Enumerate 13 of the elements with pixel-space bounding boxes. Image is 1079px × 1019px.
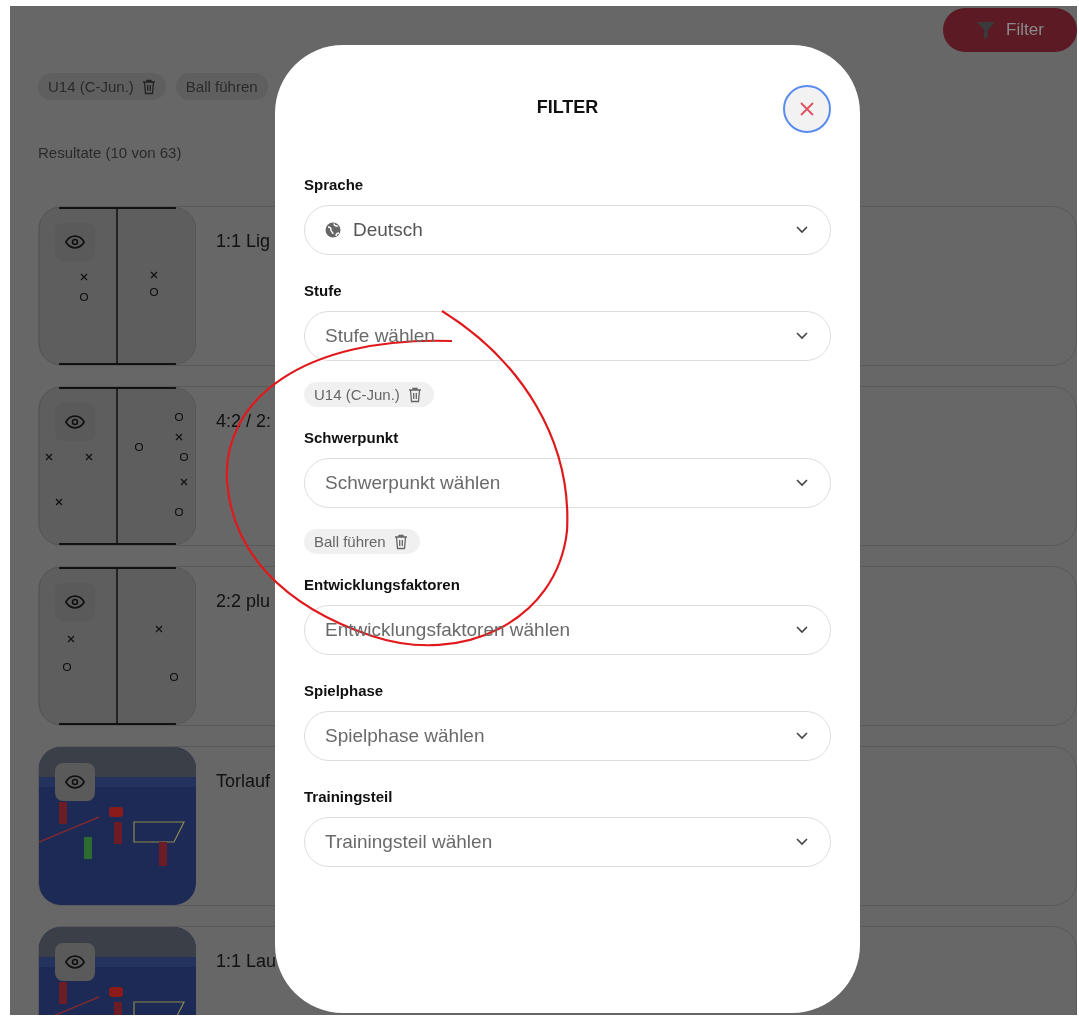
field-label: Schwerpunkt	[304, 429, 400, 446]
field-label: Trainingsteil	[304, 788, 394, 805]
field-label: Entwicklungsfaktoren	[304, 576, 461, 593]
exercise-title: 4:2 / 2:	[216, 410, 272, 433]
exercise-title: 1:1 Lau	[216, 950, 277, 973]
field-label: Stufe	[304, 282, 343, 299]
exercise-title: 2:2 plu	[216, 590, 271, 613]
exercise-title: Torlauf	[216, 770, 271, 793]
field-label: Sprache	[304, 176, 365, 193]
dialog-title: FILTER	[536, 96, 599, 118]
exercise-title: 1:1 Lig	[216, 230, 271, 253]
results-count: Resultate (10 von 63)	[38, 144, 182, 161]
field-label: Spielphase	[304, 682, 385, 699]
